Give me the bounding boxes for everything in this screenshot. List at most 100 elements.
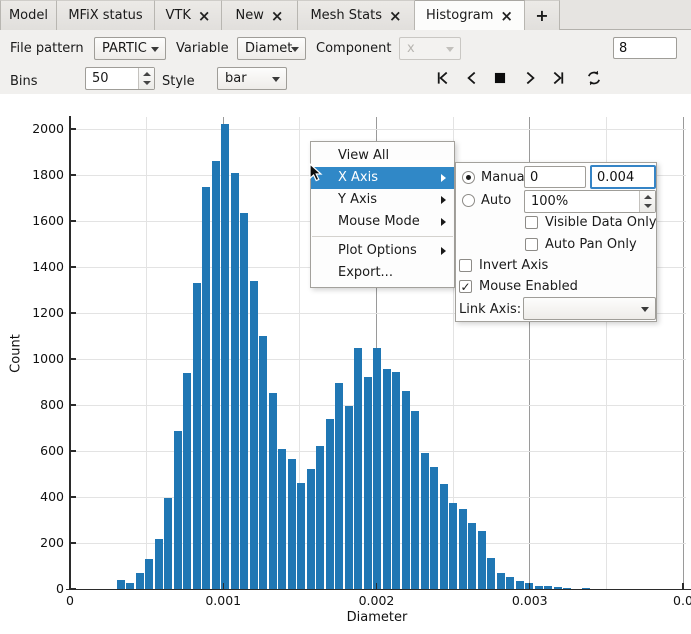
manual-max-input[interactable] bbox=[590, 165, 656, 189]
tab-mesh-stats[interactable]: Mesh Stats× bbox=[298, 0, 415, 30]
spin-up-icon[interactable] bbox=[644, 195, 652, 199]
histogram-bar bbox=[468, 523, 476, 589]
frame-index-input[interactable] bbox=[613, 37, 677, 59]
manual-min-input[interactable] bbox=[524, 166, 586, 188]
submenu-arrow-icon bbox=[441, 174, 446, 182]
auto-pan-only-checkbox[interactable] bbox=[525, 238, 538, 251]
histogram-bar bbox=[506, 577, 514, 589]
x-tick-label: 0.002 bbox=[347, 593, 407, 608]
visible-data-only-checkbox[interactable] bbox=[525, 216, 538, 229]
histogram-bar bbox=[193, 283, 201, 589]
spin-down-icon[interactable] bbox=[644, 204, 652, 208]
menu-item-label: Mouse Mode bbox=[338, 214, 420, 229]
step-back-button[interactable] bbox=[463, 69, 481, 87]
histogram-bar bbox=[497, 573, 505, 589]
close-icon[interactable]: × bbox=[198, 10, 211, 22]
menu-item-view-all[interactable]: View All bbox=[311, 145, 454, 167]
step-forward-button[interactable] bbox=[521, 69, 539, 87]
menu-item-plot-options[interactable]: Plot Options bbox=[311, 240, 454, 262]
y-tick bbox=[70, 450, 76, 451]
menu-item-x-axis[interactable]: X Axis bbox=[311, 167, 454, 189]
refresh-button[interactable] bbox=[585, 69, 603, 87]
x-tick-label: 0.001 bbox=[193, 593, 253, 608]
spin-up-icon[interactable] bbox=[143, 72, 151, 76]
menu-item-mouse-mode[interactable]: Mouse Mode bbox=[311, 211, 454, 233]
histogram-bar bbox=[278, 449, 286, 589]
histogram-toolbar: File pattern PARTIC Variable Diamet Comp… bbox=[0, 30, 691, 94]
link-axis-combo[interactable] bbox=[523, 297, 656, 320]
spinner-buttons[interactable] bbox=[639, 191, 655, 212]
auto-radio[interactable] bbox=[462, 194, 475, 207]
variable-combo[interactable]: Diamet bbox=[237, 37, 306, 60]
spin-down-icon[interactable] bbox=[143, 81, 151, 85]
close-icon[interactable]: × bbox=[389, 10, 402, 22]
file-pattern-combo[interactable]: PARTIC bbox=[94, 37, 166, 60]
manual-radio[interactable] bbox=[462, 171, 475, 184]
tab-new[interactable]: New × bbox=[222, 0, 298, 30]
chevron-down-icon bbox=[151, 47, 159, 52]
style-value: bar bbox=[225, 71, 247, 86]
y-tick-label: 1200 bbox=[22, 305, 64, 320]
y-tick bbox=[70, 404, 76, 405]
close-icon[interactable]: × bbox=[271, 10, 284, 22]
new-tab-button[interactable]: + bbox=[525, 0, 560, 30]
histogram-bar bbox=[288, 459, 296, 589]
histogram-bar bbox=[373, 348, 381, 589]
auto-label: Auto bbox=[481, 192, 511, 210]
menu-separator bbox=[312, 236, 453, 237]
tab-model[interactable]: Model bbox=[0, 0, 57, 30]
spinner-buttons[interactable] bbox=[138, 68, 154, 89]
x-axis-title: Diameter bbox=[337, 610, 417, 625]
refresh-icon bbox=[585, 69, 603, 87]
histogram-bar bbox=[202, 187, 210, 589]
tab-vtk[interactable]: VTK× bbox=[155, 0, 222, 30]
histogram-bar bbox=[383, 369, 391, 589]
skip-to-end-button[interactable] bbox=[549, 69, 567, 87]
file-pattern-value: PARTIC bbox=[102, 41, 147, 56]
component-label: Component bbox=[316, 38, 391, 60]
histogram-bar bbox=[297, 483, 305, 589]
y-tick-label: 1400 bbox=[22, 259, 64, 274]
histogram-bar bbox=[164, 498, 172, 589]
chevron-down-icon bbox=[446, 47, 454, 52]
menu-item-label: Export... bbox=[338, 265, 393, 280]
histogram-bar bbox=[326, 419, 334, 589]
menu-item-label: Y Axis bbox=[338, 192, 377, 207]
histogram-bar bbox=[259, 336, 267, 589]
histogram-bar bbox=[364, 377, 372, 589]
menu-item-y-axis[interactable]: Y Axis bbox=[311, 189, 454, 211]
close-icon[interactable]: × bbox=[500, 10, 513, 22]
y-tick-label: 2000 bbox=[22, 121, 64, 136]
stop-button[interactable] bbox=[491, 69, 509, 87]
menu-item-export[interactable]: Export... bbox=[311, 262, 454, 284]
auto-percent-spinbox[interactable]: 100% bbox=[524, 190, 656, 213]
manual-label: Manual bbox=[481, 169, 528, 187]
y-tick-label: 600 bbox=[22, 443, 64, 458]
invert-axis-label: Invert Axis bbox=[479, 257, 548, 275]
y-tick bbox=[70, 128, 76, 129]
tab-histogram[interactable]: Histogram× bbox=[415, 0, 525, 31]
mouse-cursor bbox=[309, 163, 323, 183]
histogram-bar bbox=[316, 446, 324, 589]
step-back-icon bbox=[463, 69, 481, 87]
histogram-bar bbox=[402, 391, 410, 589]
histogram-bar bbox=[354, 348, 362, 589]
mouse-enabled-checkbox[interactable]: ✓ bbox=[459, 280, 472, 293]
gridline-vertical bbox=[683, 117, 684, 589]
skip-to-start-button[interactable] bbox=[434, 69, 452, 87]
variable-value: Diamet bbox=[245, 41, 292, 56]
x-tick-label: 0 bbox=[40, 593, 100, 608]
tab-bar: Model MFiX status VTK× New× Mesh Stats× … bbox=[0, 0, 691, 30]
histogram-bar bbox=[174, 431, 182, 589]
bins-spinbox[interactable]: 50 bbox=[85, 67, 155, 90]
submenu-arrow-icon bbox=[441, 218, 446, 226]
tab-mfix-status[interactable]: MFiX status bbox=[57, 0, 155, 30]
tab-label: New bbox=[236, 8, 264, 23]
histogram-bar bbox=[459, 509, 467, 589]
style-combo[interactable]: bar bbox=[217, 67, 287, 90]
histogram-bar bbox=[478, 531, 486, 589]
gridline-horizontal bbox=[70, 129, 686, 130]
x-tick-label: 0.0 bbox=[653, 593, 691, 608]
invert-axis-checkbox[interactable] bbox=[459, 259, 472, 272]
auto-percent-value: 100% bbox=[531, 194, 568, 209]
